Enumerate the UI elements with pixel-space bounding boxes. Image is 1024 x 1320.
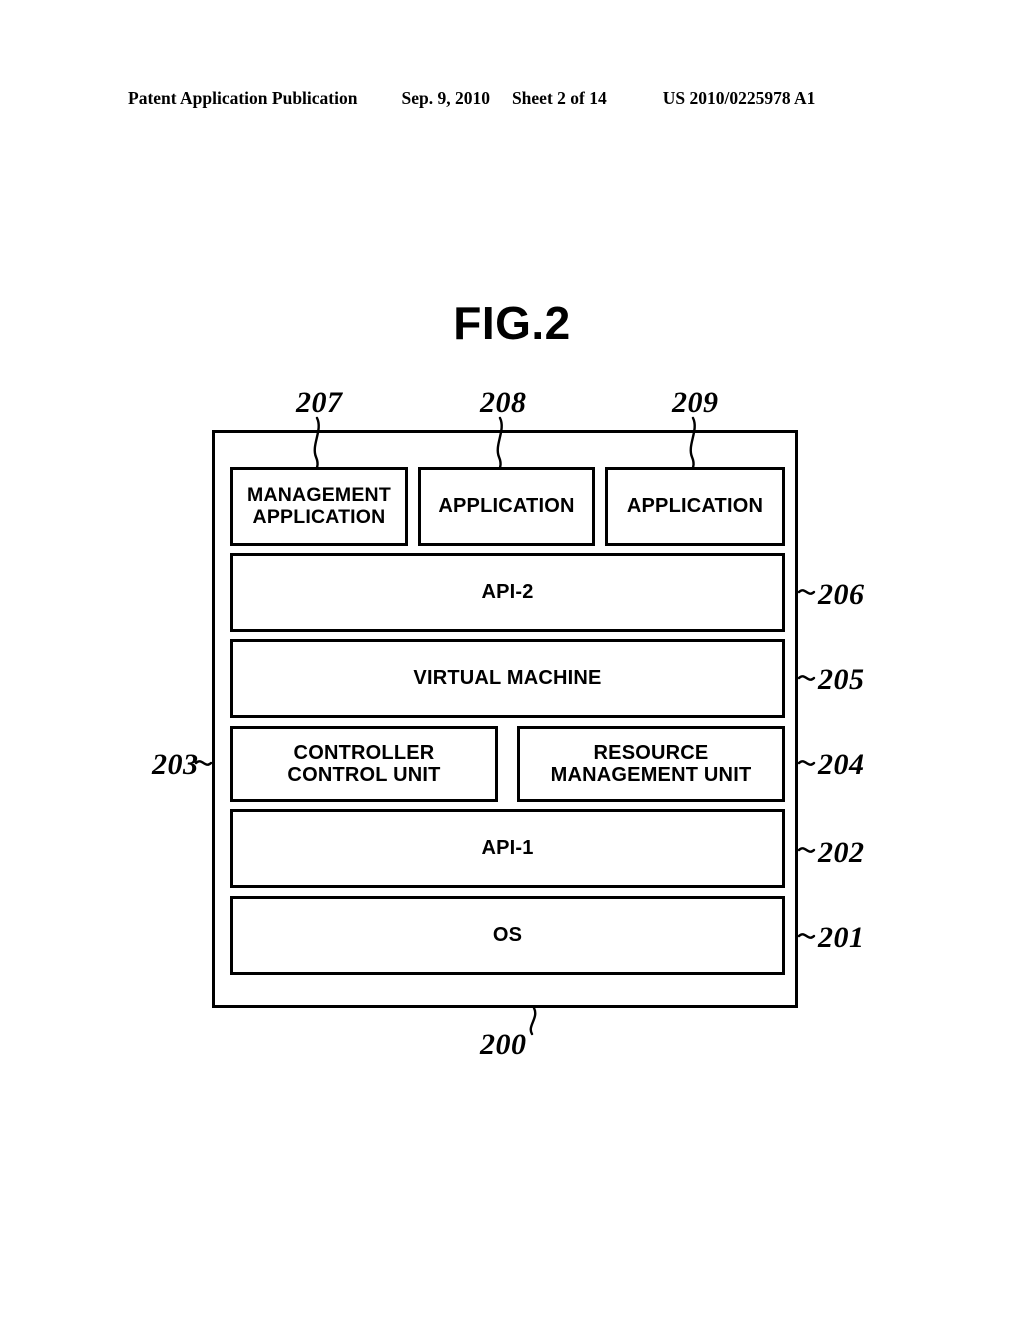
block-label: CONTROLLER CONTROL UNIT — [287, 741, 441, 786]
block-label: API-1 — [481, 837, 534, 860]
block-api-2: API-2 — [230, 553, 785, 632]
block-resource-management-unit: RESOURCE MANAGEMENT UNIT — [517, 726, 785, 802]
block-label: APPLICATION — [438, 495, 575, 518]
leader-202 — [797, 847, 816, 853]
reference-numeral-200: 200 — [480, 1028, 527, 1061]
reference-numeral-207: 207 — [296, 386, 343, 419]
reference-numeral-204: 204 — [818, 748, 865, 781]
block-controller-control-unit: CONTROLLER CONTROL UNIT — [230, 726, 498, 802]
reference-numeral-205: 205 — [818, 663, 865, 696]
leader-204 — [797, 760, 816, 766]
reference-numeral-201: 201 — [818, 921, 865, 954]
reference-numeral-203: 203 — [152, 748, 199, 781]
reference-numeral-206: 206 — [818, 578, 865, 611]
block-label: MANAGEMENT APPLICATION — [247, 483, 391, 528]
leader-205 — [797, 675, 816, 681]
block-label: APPLICATION — [626, 495, 764, 518]
leader-201 — [797, 933, 816, 939]
block-label: RESOURCE MANAGEMENT UNIT — [550, 741, 752, 786]
reference-numeral-209: 209 — [672, 386, 719, 419]
block-api-1: API-1 — [230, 809, 785, 888]
block-os: OS — [230, 896, 785, 975]
reference-numeral-202: 202 — [818, 836, 865, 869]
block-application-1: APPLICATION — [418, 467, 595, 546]
reference-numeral-208: 208 — [480, 386, 527, 419]
block-management-application: MANAGEMENT APPLICATION — [230, 467, 408, 546]
block-virtual-machine: VIRTUAL MACHINE — [230, 639, 785, 718]
leader-200 — [529, 1006, 537, 1036]
figure-diagram: MANAGEMENT APPLICATION APPLICATION APPLI… — [0, 0, 1024, 1320]
block-label: OS — [492, 924, 523, 947]
block-label: VIRTUAL MACHINE — [413, 667, 602, 690]
block-label: API-2 — [481, 581, 534, 604]
block-application-2: APPLICATION — [605, 467, 785, 546]
leader-206 — [797, 589, 816, 595]
